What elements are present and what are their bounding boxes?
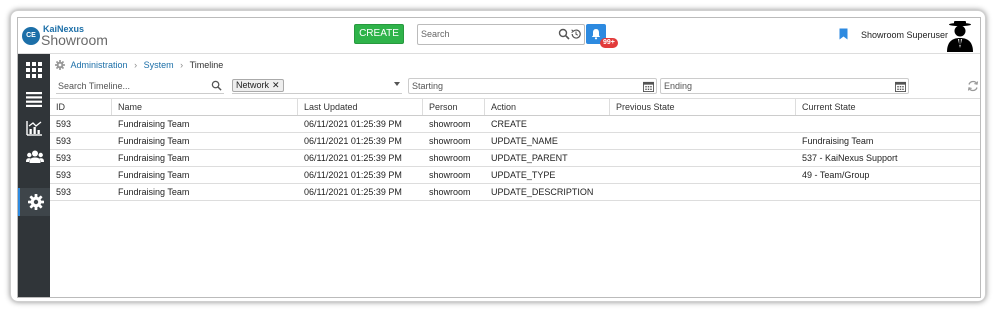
- apps-grid-icon: [26, 62, 42, 78]
- user-name[interactable]: Showroom Superuser: [861, 30, 948, 40]
- table-row[interactable]: 593 Fundraising Team 06/11/2021 01:25:39…: [50, 133, 980, 150]
- cell-previous-state: [610, 167, 796, 183]
- breadcrumb: Administration › System › Timeline: [55, 59, 223, 71]
- filter-tag-label: Network: [236, 80, 270, 90]
- logo-product-text: Showroom: [41, 32, 108, 48]
- cell-name: Fundraising Team: [118, 119, 190, 129]
- tag-filter-select[interactable]: Network ✕: [232, 78, 402, 94]
- search-placeholder: Search: [421, 29, 450, 39]
- global-search-input[interactable]: Search: [417, 24, 585, 45]
- chevron-right-icon: ›: [134, 59, 138, 70]
- cell-last-updated: 06/11/2021 01:25:39 PM: [304, 119, 402, 129]
- cell-current-state: 537 - KaiNexus Support: [802, 153, 898, 163]
- chart-icon: [26, 121, 42, 136]
- top-bar: CE KaiNexus Showroom CREATE Search 99+ S…: [18, 18, 980, 54]
- window-frame: CE KaiNexus Showroom CREATE Search 99+ S…: [10, 10, 986, 302]
- sidebar-item-reports[interactable]: [18, 114, 50, 142]
- sidebar-item-list[interactable]: [18, 85, 50, 113]
- column-header-name[interactable]: Name: [112, 99, 298, 115]
- cell-action: UPDATE_TYPE: [491, 170, 556, 180]
- refresh-icon[interactable]: [967, 80, 979, 92]
- remove-tag-icon[interactable]: ✕: [272, 80, 280, 90]
- table-row[interactable]: 593 Fundraising Team 06/11/2021 01:25:39…: [50, 116, 980, 133]
- cell-last-updated: 06/11/2021 01:25:39 PM: [304, 170, 402, 180]
- cell-previous-state: [610, 133, 796, 149]
- logo-mark: CE: [22, 27, 40, 45]
- app-window: CE KaiNexus Showroom CREATE Search 99+ S…: [17, 17, 981, 298]
- cell-current-state: Fundraising Team: [802, 136, 874, 146]
- sidebar-item-people[interactable]: [18, 143, 50, 171]
- notification-count-badge: 99+: [600, 38, 618, 48]
- cell-name: Fundraising Team: [118, 187, 190, 197]
- people-icon: [26, 150, 44, 163]
- cell-id: 593: [56, 187, 72, 197]
- history-icon[interactable]: [570, 28, 582, 40]
- table-header-row: ID Name Last Updated Person Action Previ…: [50, 98, 980, 116]
- cell-previous-state: [610, 116, 796, 132]
- cell-person: showroom: [429, 170, 471, 180]
- cell-last-updated: 06/11/2021 01:25:39 PM: [304, 187, 402, 197]
- sidebar-item-settings[interactable]: [18, 188, 50, 216]
- main-content: Administration › System › Timeline Searc…: [50, 54, 980, 297]
- breadcrumb-system[interactable]: System: [144, 60, 174, 70]
- user-avatar-icon[interactable]: [945, 20, 975, 52]
- breadcrumb-gear-icon: [55, 59, 65, 70]
- end-date-input[interactable]: Ending: [660, 78, 909, 94]
- breadcrumb-administration[interactable]: Administration: [71, 60, 128, 70]
- create-button[interactable]: CREATE: [354, 24, 404, 44]
- timeline-search-input[interactable]: Search Timeline...: [56, 78, 224, 94]
- calendar-icon[interactable]: [895, 81, 906, 92]
- table-row[interactable]: 593 Fundraising Team 06/11/2021 01:25:39…: [50, 150, 980, 167]
- calendar-icon[interactable]: [643, 81, 654, 92]
- column-header-action[interactable]: Action: [485, 99, 610, 115]
- cell-action: UPDATE_PARENT: [491, 153, 568, 163]
- kainexus-logo[interactable]: CE KaiNexus Showroom: [22, 24, 112, 50]
- cell-name: Fundraising Team: [118, 153, 190, 163]
- table-row[interactable]: 593 Fundraising Team 06/11/2021 01:25:39…: [50, 184, 980, 201]
- cell-last-updated: 06/11/2021 01:25:39 PM: [304, 153, 402, 163]
- sidebar: [18, 54, 50, 297]
- sidebar-item-apps[interactable]: [18, 56, 50, 84]
- column-header-previous-state[interactable]: Previous State: [610, 99, 796, 115]
- start-date-input[interactable]: Starting: [408, 78, 657, 94]
- cell-id: 593: [56, 136, 72, 146]
- cell-id: 593: [56, 170, 72, 180]
- gear-icon: [28, 194, 44, 210]
- end-date-placeholder: Ending: [664, 81, 693, 91]
- table-row[interactable]: 593 Fundraising Team 06/11/2021 01:25:39…: [50, 167, 980, 184]
- column-header-current-state[interactable]: Current State: [796, 99, 980, 115]
- cell-name: Fundraising Team: [118, 170, 190, 180]
- filter-tag-network: Network ✕: [232, 79, 284, 92]
- cell-previous-state: [610, 184, 796, 200]
- cell-id: 593: [56, 119, 72, 129]
- cell-action: UPDATE_NAME: [491, 136, 558, 146]
- column-header-person[interactable]: Person: [423, 99, 485, 115]
- cell-person: showroom: [429, 187, 471, 197]
- dropdown-arrow-icon[interactable]: [394, 82, 400, 86]
- search-icon[interactable]: [558, 28, 570, 40]
- start-date-placeholder: Starting: [412, 81, 444, 91]
- cell-person: showroom: [429, 119, 471, 129]
- bookmark-icon[interactable]: [839, 28, 848, 40]
- cell-action: CREATE: [491, 119, 527, 129]
- filter-bar: Search Timeline... Network ✕ Starting En…: [50, 77, 980, 97]
- cell-last-updated: 06/11/2021 01:25:39 PM: [304, 136, 402, 146]
- bell-icon: [591, 29, 601, 40]
- cell-id: 593: [56, 153, 72, 163]
- cell-person: showroom: [429, 136, 471, 146]
- column-header-last-updated[interactable]: Last Updated: [298, 99, 423, 115]
- cell-name: Fundraising Team: [118, 136, 190, 146]
- list-icon: [26, 92, 42, 107]
- breadcrumb-timeline: Timeline: [189, 59, 224, 70]
- cell-current-state: [796, 116, 980, 132]
- cell-current-state: 49 - Team/Group: [802, 170, 870, 180]
- timeline-search-placeholder: Search Timeline...: [58, 81, 131, 91]
- cell-person: showroom: [429, 153, 471, 163]
- cell-previous-state: [610, 150, 796, 166]
- cell-action: UPDATE_DESCRIPTION: [491, 187, 594, 197]
- search-icon[interactable]: [211, 80, 222, 91]
- chevron-right-icon: ›: [180, 59, 184, 70]
- cell-current-state: [796, 184, 980, 200]
- column-header-id[interactable]: ID: [50, 99, 112, 115]
